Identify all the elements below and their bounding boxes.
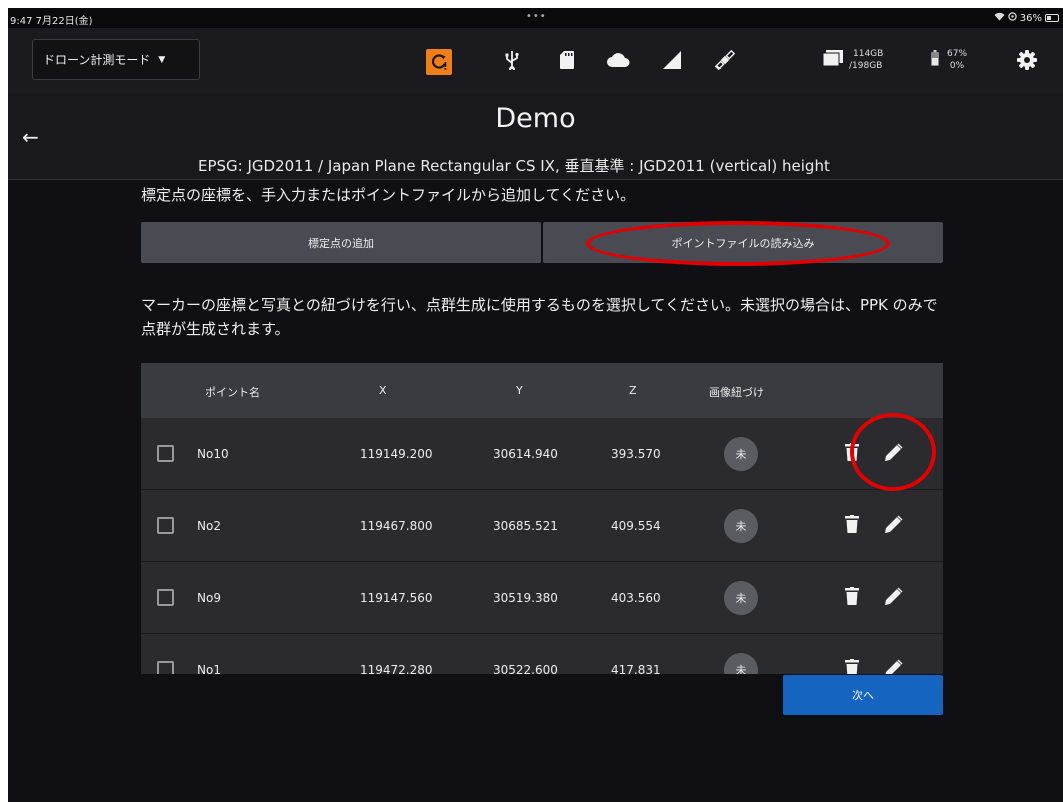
page-header: ← Demo EPSG: JGD2011 / Japan Plane Recta… (8, 95, 1063, 180)
storage-text: 114GB /198GB (849, 48, 883, 72)
point-x: 119472.280 (360, 663, 433, 674)
annotation-circle (850, 413, 936, 491)
satellite-icon[interactable] (713, 48, 737, 72)
point-z: 393.570 (611, 447, 661, 461)
image-link-badge[interactable]: 未 (724, 509, 758, 543)
table-row[interactable]: No1 119472.280 30522.600 417.831 未 (141, 634, 943, 674)
point-x: 119149.200 (360, 447, 433, 461)
signal-icon[interactable] (660, 48, 684, 72)
table-row[interactable]: No10 119149.200 30614.940 393.570 未 (141, 418, 943, 490)
pencil-icon[interactable] (885, 515, 903, 536)
crs-info: EPSG: JGD2011 / Japan Plane Rectangular … (198, 157, 830, 175)
col-x: X (379, 384, 387, 397)
annotation-oval (586, 221, 890, 266)
usb-icon[interactable] (500, 48, 524, 72)
mode-dropdown-label: ドローン計測モード (43, 53, 151, 67)
trash-icon[interactable] (845, 659, 859, 674)
col-y: Y (516, 384, 523, 397)
point-x: 119467.800 (360, 519, 433, 533)
add-gcp-button[interactable]: 標定点の追加 (141, 222, 541, 263)
mode-dropdown[interactable]: ドローン計測モード ▼ (32, 39, 200, 80)
table-row[interactable]: No2 119467.800 30685.521 409.554 未 (141, 490, 943, 562)
table-row[interactable]: No9 119147.560 30519.380 403.560 未 (141, 562, 943, 634)
point-z: 409.554 (611, 519, 661, 533)
app-screen: 9:47 7月22日(金) ••• 36% ドローン計測モード ▼ 114GB … (8, 8, 1063, 802)
trash-icon[interactable] (845, 587, 859, 608)
page-title: Demo (495, 103, 576, 134)
multitask-dots[interactable]: ••• (526, 11, 547, 22)
point-y: 30522.600 (493, 663, 558, 674)
cloud-icon[interactable] (606, 48, 630, 72)
row-checkbox[interactable] (157, 661, 174, 674)
row-checkbox[interactable] (157, 589, 174, 606)
point-y: 30685.521 (493, 519, 558, 533)
app-toolbar: ドローン計測モード ▼ 114GB /198GB 67% 0% (8, 28, 1063, 95)
wifi-icon (994, 12, 1005, 24)
col-point-name: ポイント名 (205, 386, 260, 399)
chevron-down-icon: ▼ (158, 54, 166, 65)
status-right: 36% (994, 12, 1059, 24)
gcp-table: ポイント名 X Y Z 画像紐づけ No10 119149.200 30614.… (141, 363, 943, 674)
row-checkbox[interactable] (157, 445, 174, 462)
orientation-lock-icon (1008, 12, 1017, 24)
point-name: No2 (197, 519, 221, 533)
storage-used: 114GB (853, 49, 884, 59)
point-z: 417.831 (611, 663, 661, 674)
point-name: No9 (197, 591, 221, 605)
point-x: 119147.560 (360, 591, 433, 605)
row-checkbox[interactable] (157, 517, 174, 534)
point-name: No1 (197, 663, 221, 674)
table-header: ポイント名 X Y Z 画像紐づけ (141, 363, 943, 418)
storage-total: /198GB (849, 61, 883, 71)
marker-instruction: マーカーの座標と写真との紐づけを行い、点群生成に使用するものを選択してください。… (141, 296, 938, 338)
storage-indicator[interactable]: 114GB /198GB (822, 48, 883, 72)
gear-icon[interactable] (1016, 49, 1038, 75)
col-z: Z (629, 384, 637, 397)
trash-icon[interactable] (845, 515, 859, 536)
col-image-link: 画像紐づけ (709, 386, 764, 399)
battery-percent-secondary: 0% (949, 61, 965, 71)
sd-card-icon[interactable] (555, 48, 579, 72)
battery-percent-main: 67% (947, 49, 968, 59)
point-z: 403.560 (611, 591, 661, 605)
battery-text: 67% 0% (947, 48, 967, 72)
status-bar: 9:47 7月22日(金) ••• 36% (8, 8, 1063, 28)
folder-icon (822, 50, 843, 70)
next-button[interactable]: 次へ (783, 675, 943, 715)
drone-battery-indicator[interactable]: 67% 0% (931, 48, 967, 72)
image-link-badge[interactable]: 未 (724, 653, 758, 674)
battery-percent: 36% (1019, 12, 1042, 24)
point-name: No10 (197, 447, 229, 461)
point-y: 30614.940 (493, 447, 558, 461)
warning-icon[interactable] (426, 49, 452, 75)
gcp-instruction: 標定点の座標を、手入力またはポイントファイルから追加してください。 (141, 186, 636, 204)
status-time: 9:47 7月22日(金) (10, 16, 93, 27)
pencil-icon[interactable] (885, 587, 903, 608)
point-y: 30519.380 (493, 591, 558, 605)
image-link-badge[interactable]: 未 (724, 581, 758, 615)
pencil-icon[interactable] (885, 659, 903, 674)
status-battery-icon (1045, 14, 1059, 22)
battery-icon (931, 50, 939, 70)
image-link-badge[interactable]: 未 (724, 437, 758, 471)
